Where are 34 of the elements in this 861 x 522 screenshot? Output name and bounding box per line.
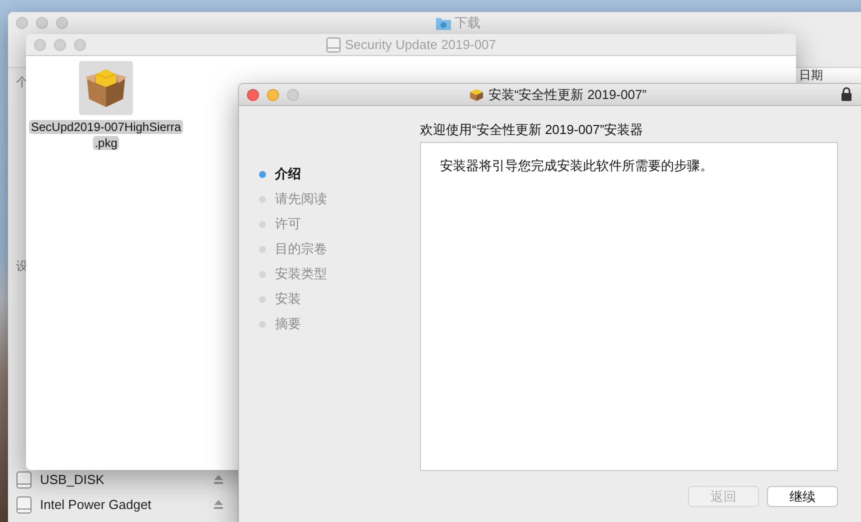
page-heading: 欢迎使用“安全性更新 2019-007”安装器	[420, 121, 644, 139]
drive-icon	[16, 496, 32, 514]
sidebar-item[interactable]: USB_DISK	[16, 467, 237, 492]
eject-icon[interactable]	[214, 475, 223, 484]
window-title: 安装“安全性更新 2019-007”	[488, 86, 647, 104]
sidebar-heading: 个	[16, 74, 29, 91]
step-label: 目的宗卷	[275, 240, 327, 258]
package-icon[interactable]	[79, 61, 134, 115]
package-icon	[469, 88, 484, 101]
step-label: 请先阅读	[275, 190, 327, 208]
close-button[interactable]	[16, 17, 28, 29]
intro-text: 安装器将引导您完成安装此软件所需要的步骤。	[440, 157, 714, 175]
sidebar-item[interactable]: Intel Power Gadget	[16, 492, 237, 517]
file-name[interactable]: SecUpd2019-007HighSierra.pkg	[29, 119, 184, 151]
close-button[interactable]	[34, 39, 46, 51]
window-title: Security Update 2019-007	[344, 37, 496, 52]
zoom-button[interactable]	[56, 17, 68, 29]
drive-icon	[16, 470, 32, 488]
sidebar-heading: 设	[16, 258, 29, 275]
zoom-button[interactable]	[74, 39, 86, 51]
eject-icon[interactable]	[214, 500, 223, 509]
step-label: 介绍	[275, 165, 301, 183]
step-label: 安装类型	[275, 265, 327, 283]
lock-icon[interactable]	[841, 87, 852, 101]
folder-icon	[436, 16, 450, 30]
step-label: 许可	[275, 215, 301, 233]
zoom-button[interactable]	[287, 89, 299, 101]
minimize-button[interactable]	[36, 17, 48, 29]
step-label: 摘要	[275, 315, 301, 333]
window-title: 下载	[454, 14, 480, 32]
step-label: 安装	[275, 290, 301, 308]
continue-button[interactable]: 继续	[767, 486, 838, 507]
column-header[interactable]: 日期	[799, 69, 823, 82]
minimize-button[interactable]	[54, 39, 66, 51]
